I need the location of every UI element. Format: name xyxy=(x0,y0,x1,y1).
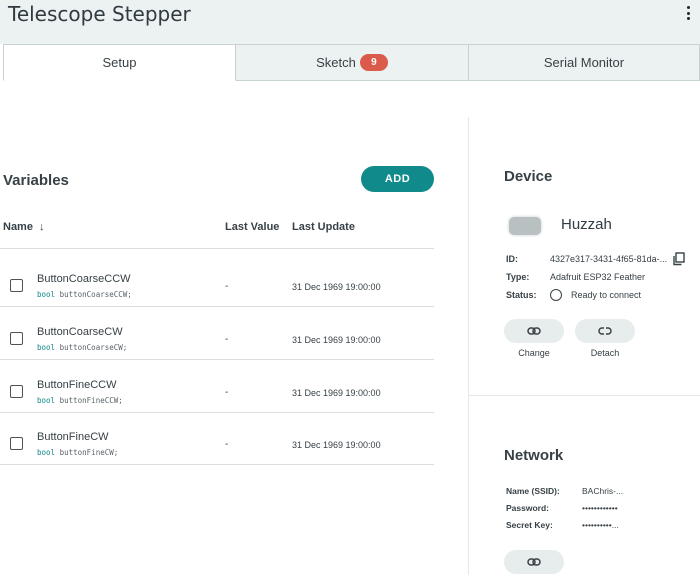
device-board-icon xyxy=(509,217,541,235)
status-circle-icon xyxy=(550,289,562,301)
last-update: 31 Dec 1969 19:00:00 xyxy=(292,282,381,292)
variable-type: bool xyxy=(37,343,56,352)
variable-decl-name: buttonCoarseCCW; xyxy=(59,290,132,299)
sort-down-arrow-icon[interactable]: ↓ xyxy=(39,221,45,233)
unlink-icon xyxy=(598,327,612,335)
column-header-last-value: Last Value xyxy=(225,221,280,233)
device-id-label: ID: xyxy=(506,254,518,264)
table-row[interactable]: ButtonCoarseCW bool buttonCoarseCW; - 31… xyxy=(0,307,434,360)
variable-decl-name: buttonCoarseCW; xyxy=(59,343,128,352)
network-ssid-label: Name (SSID): xyxy=(506,486,560,496)
network-ssid-value: BAChris-... xyxy=(582,486,624,496)
variable-name: ButtonFineCCW xyxy=(37,379,117,391)
table-row[interactable]: ButtonCoarseCCW bool buttonCoarseCCW; - … xyxy=(0,254,434,307)
add-variable-button[interactable]: ADD xyxy=(361,166,434,192)
last-value: - xyxy=(225,334,229,345)
detach-device-label: Detach xyxy=(590,348,620,358)
link-icon xyxy=(527,558,541,566)
network-password-value: •••••••••••• xyxy=(582,503,618,513)
change-network-button[interactable] xyxy=(504,550,564,574)
tab-bar: Setup Sketch 9 Serial Monitor xyxy=(3,44,700,81)
tab-setup-label: Setup xyxy=(102,55,137,70)
change-device-label: Change xyxy=(518,348,550,358)
kebab-menu-icon[interactable] xyxy=(682,6,694,20)
column-header-last-update: Last Update xyxy=(292,221,355,233)
last-value: - xyxy=(225,439,229,450)
variable-type: bool xyxy=(37,448,56,457)
tab-serial-monitor[interactable]: Serial Monitor xyxy=(469,44,700,81)
network-secret-key-label: Secret Key: xyxy=(506,520,553,530)
tab-sketch-label: Sketch xyxy=(316,55,356,70)
last-update: 31 Dec 1969 19:00:00 xyxy=(292,388,381,398)
variable-name: ButtonFineCW xyxy=(37,431,109,443)
device-name: Huzzah xyxy=(561,216,612,233)
variable-declaration: bool buttonFineCCW; xyxy=(37,396,123,405)
row-checkbox[interactable] xyxy=(10,437,23,450)
column-header-name[interactable]: Name ↓ xyxy=(3,221,44,233)
variable-declaration: bool buttonCoarseCCW; xyxy=(37,290,132,299)
detach-device-button[interactable] xyxy=(575,319,635,343)
device-status-value: Ready to connect xyxy=(571,290,642,300)
row-checkbox[interactable] xyxy=(10,332,23,345)
network-title: Network xyxy=(504,447,564,464)
network-password-label: Password: xyxy=(506,503,549,513)
change-device-button[interactable] xyxy=(504,319,564,343)
tab-sketch[interactable]: Sketch 9 xyxy=(236,44,469,81)
panel-divider xyxy=(468,117,469,575)
sketch-count-badge: 9 xyxy=(359,54,388,71)
row-checkbox[interactable] xyxy=(10,279,23,292)
tab-setup[interactable]: Setup xyxy=(3,44,236,81)
device-id-value: 4327e317-3431-4f65-81da-... xyxy=(550,254,668,264)
variable-decl-name: buttonFineCCW; xyxy=(59,396,123,405)
table-header-divider xyxy=(0,248,434,249)
copy-icon[interactable] xyxy=(672,252,686,266)
last-update: 31 Dec 1969 19:00:00 xyxy=(292,440,381,450)
row-checkbox[interactable] xyxy=(10,385,23,398)
variable-type: bool xyxy=(37,290,56,299)
variable-name: ButtonCoarseCW xyxy=(37,326,123,338)
table-row[interactable]: ButtonFineCCW bool buttonFineCCW; - 31 D… xyxy=(0,360,434,413)
table-row[interactable]: ButtonFineCW bool buttonFineCW; - 31 Dec… xyxy=(0,412,434,465)
link-icon xyxy=(527,327,541,335)
variable-type: bool xyxy=(37,396,56,405)
variable-decl-name: buttonFineCW; xyxy=(59,448,119,457)
column-name-label: Name xyxy=(3,221,33,233)
last-update: 31 Dec 1969 19:00:00 xyxy=(292,335,381,345)
top-bar: Telescope Stepper xyxy=(0,0,700,44)
variable-declaration: bool buttonFineCW; xyxy=(37,448,118,457)
network-secret-key-value: ••••••••••... xyxy=(582,520,619,530)
device-status-label: Status: xyxy=(506,290,537,300)
variable-declaration: bool buttonCoarseCW; xyxy=(37,343,127,352)
device-network-divider xyxy=(469,395,700,396)
last-value: - xyxy=(225,387,229,398)
last-value: - xyxy=(225,281,229,292)
device-type-label: Type: xyxy=(506,272,530,282)
page-title: Telescope Stepper xyxy=(8,2,191,26)
variable-name: ButtonCoarseCCW xyxy=(37,273,131,285)
tab-serial-monitor-label: Serial Monitor xyxy=(543,55,625,70)
variables-title: Variables xyxy=(3,172,69,189)
device-type-value: Adafruit ESP32 Feather xyxy=(550,272,646,282)
device-title: Device xyxy=(504,168,553,185)
